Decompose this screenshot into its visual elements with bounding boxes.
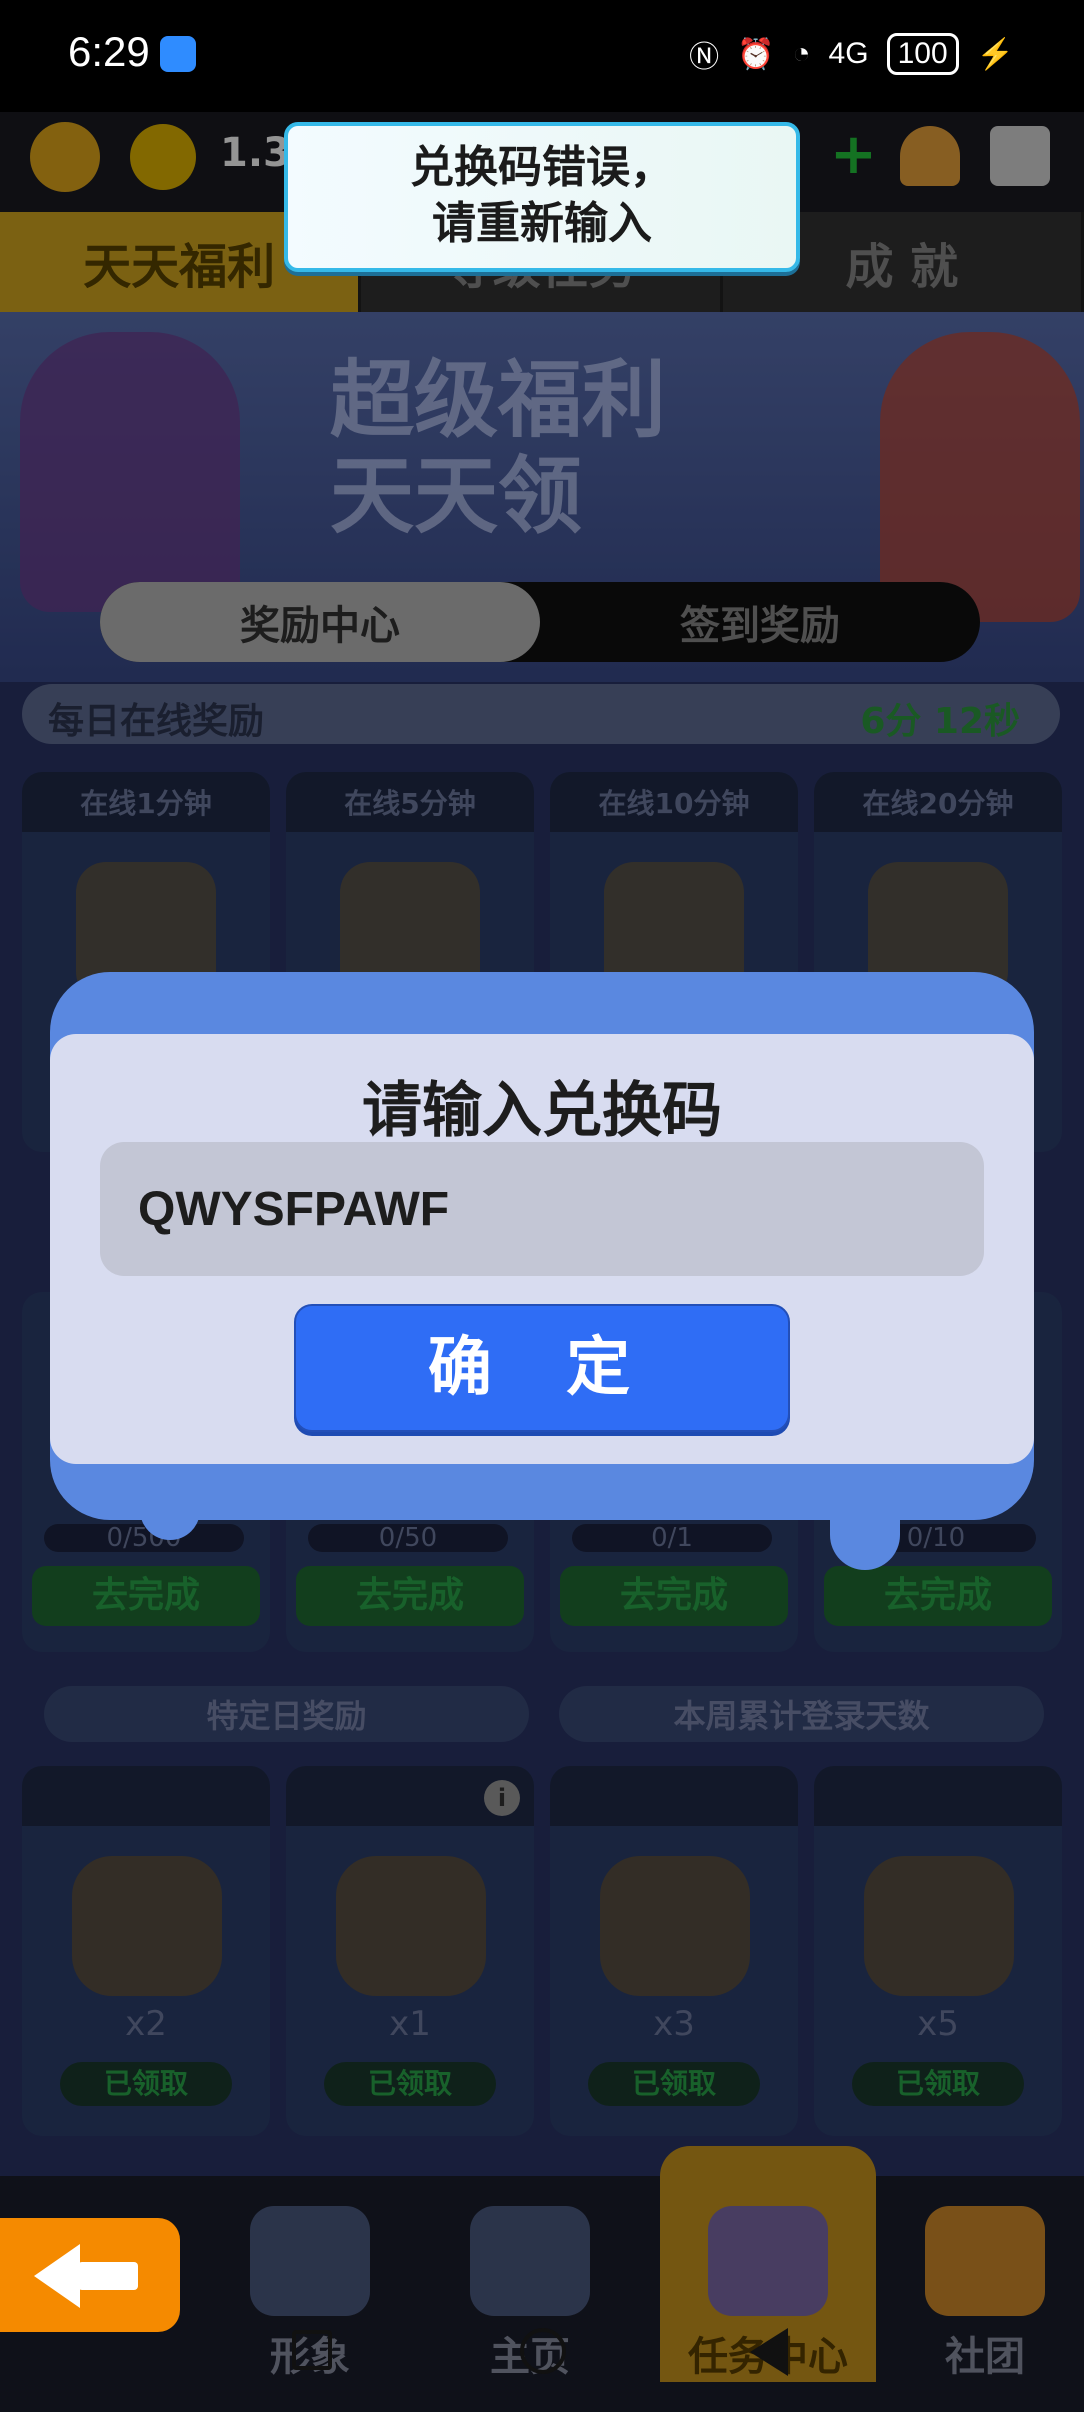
system-nav-bar xyxy=(0,2300,1084,2412)
home-icon[interactable] xyxy=(520,2328,566,2374)
status-time: 6:29 xyxy=(68,28,150,75)
dialog-title: 请输入兑换码 xyxy=(362,1076,722,1146)
nfc-icon: Ⓝ xyxy=(689,41,720,74)
recent-apps-icon[interactable] xyxy=(292,2330,332,2370)
error-toast: 兑换码错误， 请重新输入 xyxy=(284,122,800,272)
wifi-icon: ◔ xyxy=(792,37,811,70)
dialog-drip-decoration xyxy=(830,1460,900,1570)
back-arrow-shaft xyxy=(78,2262,138,2290)
back-triangle-icon[interactable] xyxy=(750,2328,788,2376)
battery-level: 100 xyxy=(886,33,959,75)
charging-icon: ⚡ xyxy=(976,37,1014,71)
status-indicators: Ⓝ ⏰ ◔ 4G 100 ⚡ xyxy=(689,32,1014,76)
dialog-drip-decoration xyxy=(140,1460,200,1540)
alarm-icon: ⏰ xyxy=(737,37,775,71)
redeem-code-input[interactable] xyxy=(100,1142,984,1276)
network-label: 4G xyxy=(828,37,869,70)
confirm-button[interactable]: 确 定 xyxy=(294,1304,790,1432)
toast-message: 兑换码错误， 请重新输入 xyxy=(410,142,674,249)
back-arrow-icon xyxy=(34,2244,80,2308)
status-bar: 6:29 Ⓝ ⏰ ◔ 4G 100 ⚡ xyxy=(0,0,1084,112)
redeem-code-dialog: 请输入兑换码 确 定 xyxy=(50,1034,1034,1464)
app-notification-icon xyxy=(160,36,196,72)
